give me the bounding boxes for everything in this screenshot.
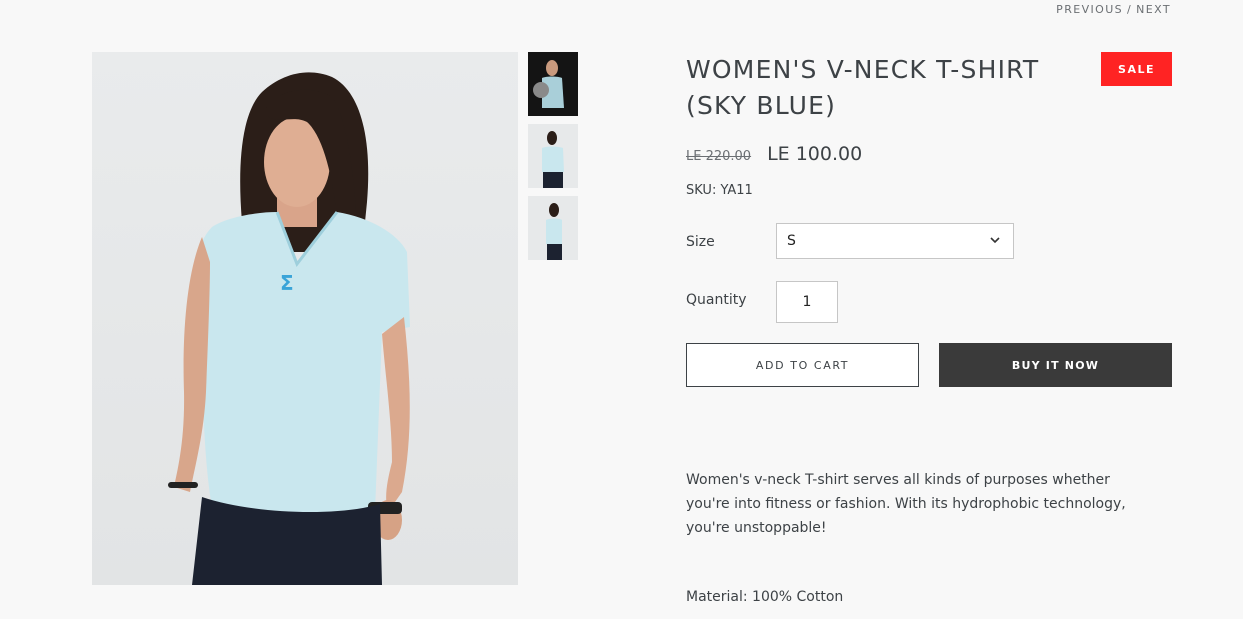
size-select[interactable]: S — [776, 223, 1014, 259]
original-price: LE 220.00 — [686, 149, 752, 164]
product-photo: Σ — [168, 72, 410, 585]
quantity-input[interactable] — [776, 281, 838, 323]
product-pagination: PREVIOUS / NEXT — [1056, 3, 1171, 16]
size-label: Size — [686, 234, 715, 250]
next-link[interactable]: NEXT — [1136, 3, 1171, 16]
product-title: WOMEN'S V-NECK T-SHIRT (SKY BLUE) — [686, 55, 1040, 120]
buy-now-button[interactable]: BUY IT NOW — [939, 343, 1172, 387]
size-select-value: S — [787, 233, 796, 249]
thumbnail-2[interactable] — [528, 124, 578, 188]
thumbnail-1[interactable] — [528, 52, 578, 116]
thumbnail-3[interactable] — [528, 196, 578, 260]
quantity-label: Quantity — [686, 292, 747, 308]
product-sku: SKU: YA11 — [686, 183, 753, 198]
main-product-image[interactable]: Σ — [92, 52, 518, 585]
thumbnail-list — [528, 52, 578, 268]
pagination-separator: / — [1127, 3, 1133, 16]
svg-text:Σ: Σ — [280, 271, 294, 295]
previous-link[interactable]: PREVIOUS — [1056, 3, 1123, 16]
add-to-cart-button[interactable]: ADD TO CART — [686, 343, 919, 387]
sale-badge: SALE — [1101, 52, 1172, 86]
sale-price: LE 100.00 — [767, 143, 863, 165]
product-material: Material: 100% Cotton — [686, 589, 844, 605]
product-description: Women's v-neck T-shirt serves all kinds … — [686, 472, 1126, 536]
chevron-down-icon — [989, 234, 1001, 250]
product-info: WOMEN'S V-NECK T-SHIRT (SKY BLUE) SALE L… — [686, 52, 1172, 605]
price-block: LE 220.00 LE 100.00 — [686, 143, 862, 165]
product-page: PREVIOUS / NEXT Σ WOMEN'S V-NECK T-SHIRT… — [0, 0, 1243, 619]
